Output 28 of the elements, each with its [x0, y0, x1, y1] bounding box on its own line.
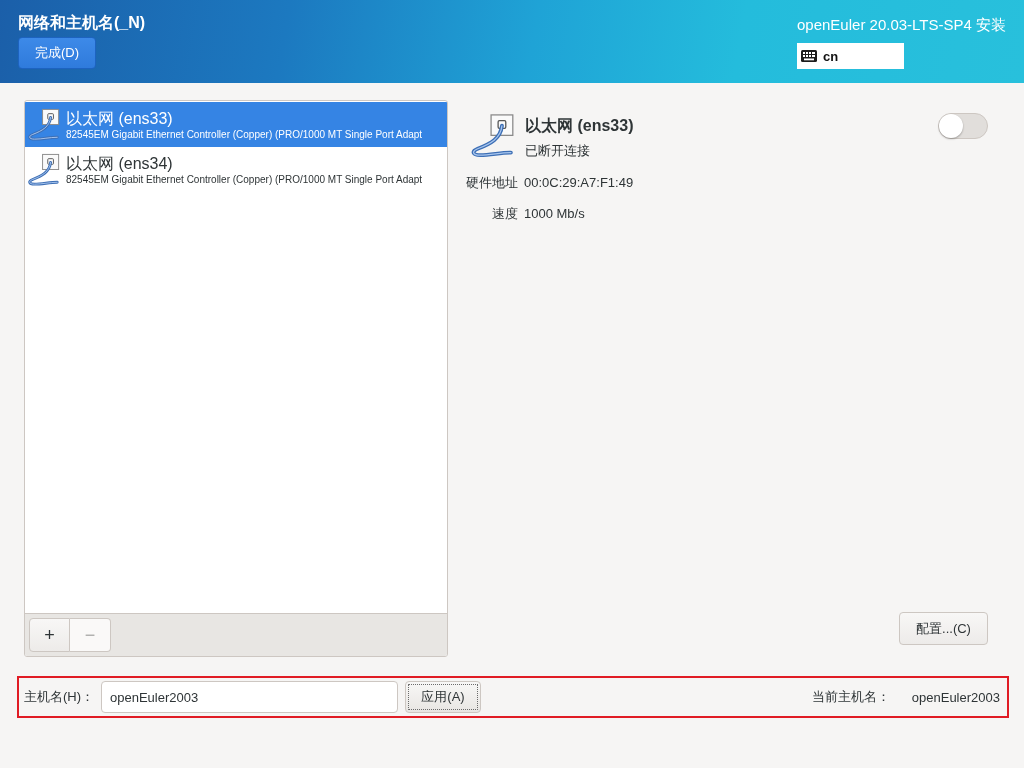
done-button[interactable]: 完成(D): [18, 37, 96, 69]
configure-button[interactable]: 配置...(C): [899, 612, 988, 645]
network-cable-icon: [27, 107, 61, 142]
connection-status: 已断开连接: [525, 142, 591, 160]
device-row[interactable]: 以太网 (ens34) 82545EM Gigabit Ethernet Controller (Copper) (PRO/1000 MT Single Port Adapt: [25, 147, 447, 192]
property-value: 00:0C:29:A7:F1:49: [524, 174, 635, 192]
product-title: openEuler 20.03-LTS-SP4 安装: [797, 15, 1006, 35]
device-description: 82545EM Gigabit Ethernet Controller (Copper) (PRO/1000 MT Single Port Adapt: [66, 172, 423, 186]
keyboard-icon: [801, 50, 817, 62]
network-cable-icon: [27, 152, 61, 187]
apply-button[interactable]: 应用(A): [405, 681, 481, 713]
device-name: 以太网 (ens34): [66, 153, 174, 173]
screen-title: 网络和主机名(_N): [18, 13, 146, 33]
toggle-switch[interactable]: [938, 113, 988, 139]
network-cable-icon: [470, 113, 516, 159]
property-label: 硬件地址: [466, 174, 518, 192]
keyboard-layout-indicator[interactable]: cn: [797, 43, 904, 69]
current-hostname-value: openEuler2003: [911, 689, 1000, 705]
device-title: 以太网 (ens33): [525, 116, 634, 136]
device-name: 以太网 (ens33): [66, 108, 174, 128]
hostname-label: 主机名(H)：: [24, 688, 96, 706]
device-row[interactable]: 以太网 (ens33) 82545EM Gigabit Ethernet Controller (Copper) (PRO/1000 MT Single Port Adapt: [25, 102, 447, 147]
property-label: 速度: [491, 205, 518, 223]
property-value: 1000 Mb/s: [524, 205, 586, 223]
hostname-input[interactable]: openEuler2003: [101, 681, 398, 713]
device-description: 82545EM Gigabit Ethernet Controller (Copper) (PRO/1000 MT Single Port Adapt: [66, 127, 423, 141]
current-hostname-label: 当前主机名：: [811, 688, 890, 706]
add-button[interactable]: +: [29, 618, 70, 652]
